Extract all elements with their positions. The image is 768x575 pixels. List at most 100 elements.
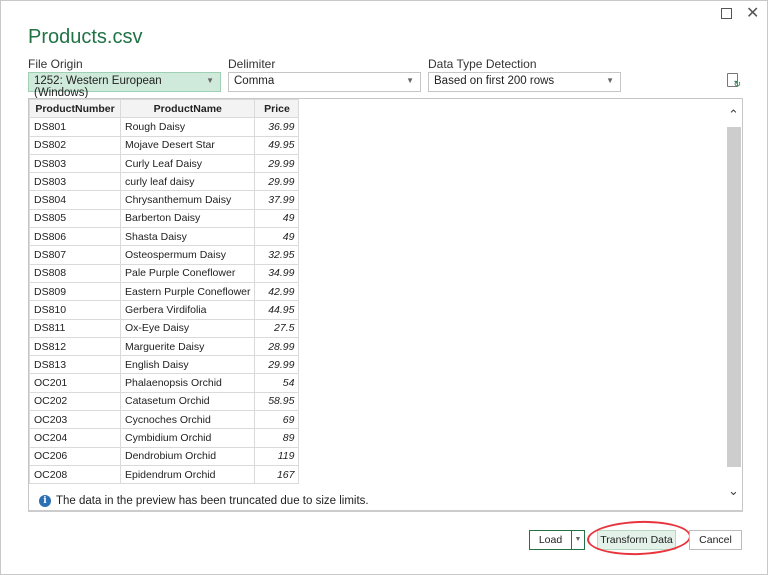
table-row: DS804 Chrysanthemum Daisy 37.99 [29,190,300,210]
table-row: DS811 Ox-Eye Daisy 27.5 [29,318,300,338]
product-number-cell: DS813 [29,355,121,375]
preview-table: ProductNumber ProductName Price DS801 Rou… [29,98,300,485]
price-cell: 167 [254,464,300,485]
price-cell: 29.99 [254,172,300,192]
info-text: The data in the preview has been truncat… [56,495,369,507]
table-row: OC204 Cymbidium Orchid 89 [29,428,300,448]
table-row: DS810 Gerbera Virdifolia 44.95 [29,300,300,320]
price-cell: 29.99 [254,153,300,174]
price-cell: 36.99 [254,117,300,137]
table-row: DS803 curly leaf daisy 29.99 [29,172,300,192]
detection-value: Based on first 200 rows [434,75,555,87]
price-cell: 49 [254,208,300,229]
price-cell: 34.99 [254,263,300,283]
product-number-cell: OC208 [29,464,121,485]
price-cell: 49.95 [254,135,300,155]
price-cell: 89 [254,428,300,448]
cancel-button[interactable]: Cancel [689,530,742,550]
table-row: DS807 Osteospermum Daisy 32.95 [29,245,300,265]
product-name-cell: Cycnoches Orchid [119,410,256,430]
table-row: OC201 Phalaenopsis Orchid 54 [29,373,300,393]
table-row: OC208 Epidendrum Orchid 167 [29,464,300,485]
file-origin-select[interactable]: 1252: Western European (Windows) ▼ [28,72,221,99]
product-number-cell: DS804 [29,190,121,210]
price-cell: 49 [254,227,300,247]
table-row: DS801 Rough Daisy 36.99 [29,117,300,137]
product-number-cell: DS810 [29,300,121,320]
table-row: DS812 Marguerite Daisy 28.99 [29,336,300,357]
column-header[interactable]: ProductNumber [29,98,121,119]
highlight-circle [586,519,692,557]
load-dropdown-button[interactable]: ▼ [571,530,585,550]
product-number-cell: OC203 [29,410,121,430]
product-name-cell: Dendrobium Orchid [119,446,256,466]
product-number-cell: DS807 [29,245,121,265]
price-cell: 37.99 [254,190,300,210]
product-number-cell: DS808 [29,263,121,283]
product-name-cell: Rough Daisy [119,117,256,137]
product-name-cell: Mojave Desert Star [119,135,256,155]
product-number-cell: DS805 [29,208,121,229]
load-button[interactable]: Load [529,530,572,550]
product-number-cell: OC204 [29,428,121,448]
table-row: OC206 Dendrobium Orchid 119 [29,446,300,466]
table-row: DS813 English Daisy 29.99 [29,355,300,375]
product-number-cell: DS812 [29,336,121,357]
price-cell: 69 [254,410,300,430]
file-origin-value: 1252: Western European (Windows) [34,75,162,99]
preview-panel: ProductNumber ProductName Price DS801 Rou… [28,98,743,512]
product-name-cell: Gerbera Virdifolia [119,300,256,320]
scroll-up-icon[interactable]: ⌃ [728,107,739,123]
truncation-info: i The data in the preview has been trunc… [39,495,369,507]
product-number-cell: DS801 [29,117,121,137]
refresh-icon[interactable]: ↻ [727,73,741,89]
table-row: DS803 Curly Leaf Daisy 29.99 [29,153,300,174]
close-button[interactable]: ✕ [746,3,759,23]
price-cell: 58.95 [254,391,300,412]
scrollbar-thumb[interactable] [727,127,741,467]
product-name-cell: Catasetum Orchid [119,391,256,412]
detection-select[interactable]: Based on first 200 rows ▼ [428,72,621,92]
product-name-cell: Epidendrum Orchid [119,464,256,485]
price-cell: 27.5 [254,318,300,338]
product-number-cell: DS803 [29,172,121,192]
chevron-down-icon: ▼ [606,76,614,85]
product-name-cell: Shasta Daisy [119,227,256,247]
product-name-cell: Eastern Purple Coneflower [119,281,256,302]
table-row: DS806 Shasta Daisy 49 [29,227,300,247]
price-cell: 54 [254,373,300,393]
product-number-cell: OC201 [29,373,121,393]
column-header[interactable]: ProductName [119,98,256,119]
chevron-down-icon: ▼ [406,76,414,85]
product-name-cell: curly leaf daisy [119,172,256,192]
table-row: DS805 Barberton Daisy 49 [29,208,300,229]
price-cell: 32.95 [254,245,300,265]
table-row: DS808 Pale Purple Coneflower 34.99 [29,263,300,283]
column-header[interactable]: Price [254,98,300,119]
product-name-cell: Marguerite Daisy [119,336,256,357]
table-row: DS809 Eastern Purple Coneflower 42.99 [29,281,300,302]
product-number-cell: DS806 [29,227,121,247]
product-name-cell: Chrysanthemum Daisy [119,190,256,210]
product-name-cell: Osteospermum Daisy [119,245,256,265]
delimiter-select[interactable]: Comma ▼ [228,72,421,92]
product-number-cell: OC206 [29,446,121,466]
product-number-cell: DS803 [29,153,121,174]
product-name-cell: Curly Leaf Daisy [119,153,256,174]
delimiter-value: Comma [234,75,275,87]
price-cell: 44.95 [254,300,300,320]
price-cell: 29.99 [254,355,300,375]
product-name-cell: Pale Purple Coneflower [119,263,256,283]
table-row: DS802 Mojave Desert Star 49.95 [29,135,300,155]
chevron-down-icon: ▼ [206,76,214,85]
maximize-button[interactable] [721,8,732,19]
price-cell: 119 [254,446,300,466]
delimiter-label: Delimiter [228,57,276,71]
product-name-cell: Barberton Daisy [119,208,256,229]
scroll-down-icon[interactable]: ⌄ [728,483,739,499]
table-row: OC203 Cycnoches Orchid 69 [29,410,300,430]
product-number-cell: OC202 [29,391,121,412]
product-number-cell: DS809 [29,281,121,302]
detection-label: Data Type Detection [428,57,537,71]
vertical-scrollbar[interactable]: ⌃ ⌄ [726,105,742,505]
